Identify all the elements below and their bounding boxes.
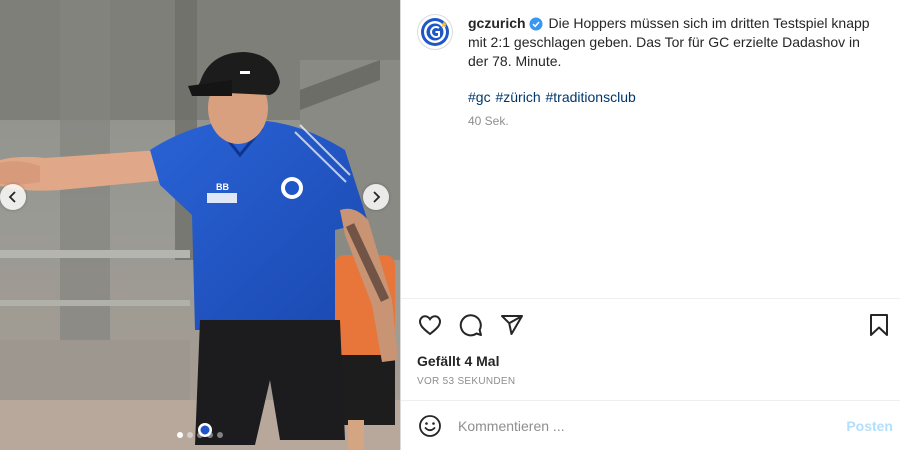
likes-count[interactable]: Gefällt 4 Mal xyxy=(401,353,900,369)
comment-button[interactable] xyxy=(457,311,485,339)
comment-input[interactable] xyxy=(458,417,828,434)
carousel-dot xyxy=(187,432,193,438)
actions-area: Gefällt 4 Mal VOR 53 SEKUNDEN xyxy=(401,298,900,387)
username-link[interactable]: gczurich xyxy=(468,15,526,31)
action-bar xyxy=(401,299,900,351)
carousel-dot xyxy=(207,432,213,438)
avatar[interactable] xyxy=(417,14,453,50)
carousel-dots xyxy=(0,432,400,438)
comment-bar: Posten xyxy=(401,400,900,450)
heart-icon xyxy=(418,315,442,336)
carousel-prev-button[interactable] xyxy=(0,184,26,210)
comment-icon xyxy=(459,314,482,337)
carousel-dot xyxy=(217,432,223,438)
gc-club-logo-icon xyxy=(421,18,449,46)
like-button[interactable] xyxy=(416,311,444,339)
chevron-left-icon xyxy=(8,191,16,203)
carousel-dot xyxy=(177,432,183,438)
smiley-icon xyxy=(419,414,441,437)
hashtag-link[interactable]: #gc xyxy=(468,89,491,105)
shirt-initials: BB xyxy=(216,182,229,192)
verified-badge-icon xyxy=(529,17,543,31)
caption-timestamp[interactable]: 40 Sek. xyxy=(468,114,878,128)
emoji-button[interactable] xyxy=(417,413,443,439)
instagram-post: ▬ BB gczurich Die Hoppers müssen sich im… xyxy=(0,0,900,450)
send-icon xyxy=(501,315,523,335)
caption-block: gczurich Die Hoppers müssen sich im drit… xyxy=(417,14,887,128)
post-comment-button[interactable]: Posten xyxy=(846,418,893,434)
post-photo: ▬ xyxy=(0,0,400,450)
chevron-right-icon xyxy=(373,191,381,203)
share-button[interactable] xyxy=(498,311,526,339)
post-timestamp[interactable]: VOR 53 SEKUNDEN xyxy=(401,376,900,387)
post-media-carousel[interactable]: ▬ BB xyxy=(0,0,400,450)
hashtag-link[interactable]: #zürich xyxy=(495,89,540,105)
save-button[interactable] xyxy=(865,311,893,339)
carousel-next-button[interactable] xyxy=(363,184,389,210)
caption-text: gczurich Die Hoppers müssen sich im drit… xyxy=(468,14,878,71)
svg-text:▬: ▬ xyxy=(240,66,250,77)
hashtag-list: #gc #zürich #traditionsclub xyxy=(468,88,878,107)
post-side-panel: gczurich Die Hoppers müssen sich im drit… xyxy=(400,0,900,450)
hashtag-link[interactable]: #traditionsclub xyxy=(546,89,636,105)
carousel-dot xyxy=(197,432,203,438)
bookmark-icon xyxy=(870,314,888,336)
